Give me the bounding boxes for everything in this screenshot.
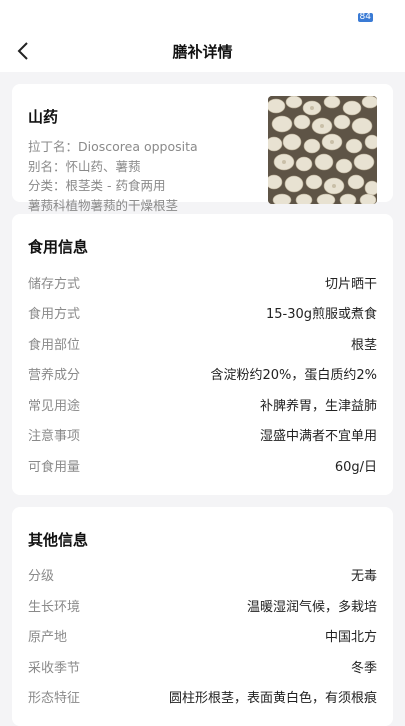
info-label: 采收季节 [28,657,80,676]
summary-card: 山药 拉丁名：Dioscorea opposita 别名：怀山药、薯蓣 分类：根… [12,84,393,202]
info-row: 采收季节 冬季 [28,651,377,682]
info-label: 注意事项 [28,425,80,444]
info-row: 分级 无毒 [28,560,377,591]
info-value: 根茎 [351,334,377,353]
alias: 别名：怀山药、薯蓣 [28,157,268,177]
info-value: 15-30g煎服或煮食 [266,303,377,322]
info-value: 60g/日 [335,456,377,475]
info-label: 常见用途 [28,395,80,414]
info-value: 温暖湿润气候，多栽培 [247,596,377,615]
back-button[interactable] [8,36,38,66]
info-label: 营养成分 [28,364,80,383]
info-row: 食用方式 15-30g煎服或煮食 [28,298,377,329]
info-value: 冬季 [351,657,377,676]
info-value: 无毒 [351,565,377,584]
info-label: 储存方式 [28,273,80,292]
info-label: 生长环境 [28,596,80,615]
other-info-card: 其他信息 分级 无毒 生长环境 温暖湿润气候，多栽培 原产地 中国北方 采收季节… [12,507,393,726]
dried-yam-slices-icon [268,96,377,204]
info-value: 圆柱形根茎，表面黄白色，有须根痕 [169,687,377,706]
info-value: 含淀粉约20%，蛋白质约2% [210,364,377,383]
info-row: 注意事项 湿盛中满者不宜单用 [28,420,377,451]
info-value: 湿盛中满者不宜单用 [260,425,377,444]
description: 薯蓣科植物薯蓣的干燥根茎 [28,196,268,216]
page-title: 膳补详情 [172,41,232,62]
herb-image [268,96,377,204]
status-bar: 84 [0,0,405,30]
info-row: 原产地 中国北方 [28,621,377,652]
section-title-other-info: 其他信息 [28,529,377,550]
content: 山药 拉丁名：Dioscorea opposita 别名：怀山药、薯蓣 分类：根… [0,72,405,726]
category: 分类：根茎类 - 药食两用 [28,176,268,196]
latin-name: 拉丁名：Dioscorea opposita [28,137,268,157]
info-row: 食用部位 根茎 [28,328,377,359]
info-row: 常见用途 补脾养胃，生津益肺 [28,389,377,420]
info-row: 可食用量 60g/日 [28,450,377,481]
battery-indicator: 84 [358,13,373,22]
info-label: 食用部位 [28,334,80,353]
chevron-left-icon [16,41,30,61]
info-label: 原产地 [28,626,67,645]
nav-bar: 膳补详情 [0,30,405,72]
info-row: 生长环境 温暖湿润气候，多栽培 [28,590,377,621]
food-info-card: 食用信息 储存方式 切片晒干 食用方式 15-30g煎服或煮食 食用部位 根茎 … [12,214,393,495]
herb-name: 山药 [28,106,268,127]
info-label: 食用方式 [28,303,80,322]
info-value: 切片晒干 [325,273,377,292]
info-row: 形态特征 圆柱形根茎，表面黄白色，有须根痕 [28,682,377,713]
info-value: 中国北方 [325,626,377,645]
summary-text: 山药 拉丁名：Dioscorea opposita 别名：怀山药、薯蓣 分类：根… [28,106,268,188]
info-value: 补脾养胃，生津益肺 [260,395,377,414]
info-label: 可食用量 [28,456,80,475]
info-row: 营养成分 含淀粉约20%，蛋白质约2% [28,359,377,390]
info-label: 分级 [28,565,54,584]
info-row: 储存方式 切片晒干 [28,267,377,298]
section-title-food-info: 食用信息 [28,236,377,257]
info-label: 形态特征 [28,687,80,706]
